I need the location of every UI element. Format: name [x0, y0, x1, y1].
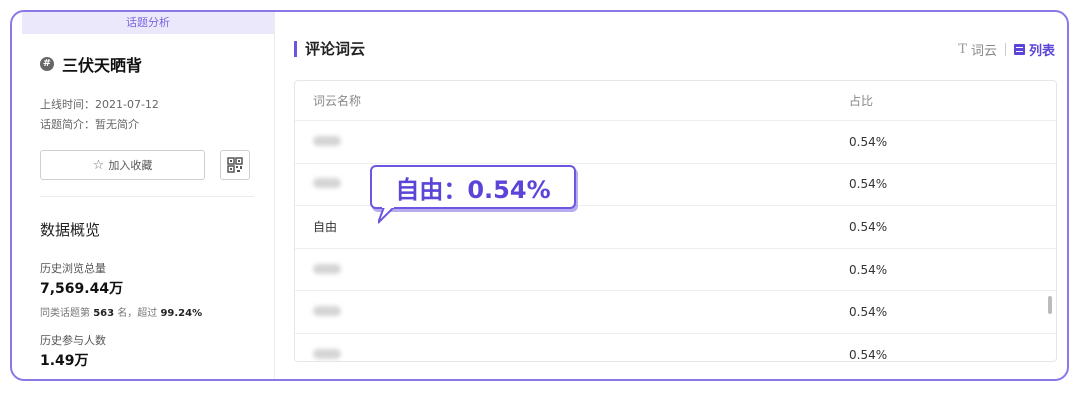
list-toggle[interactable]: 列表: [1013, 40, 1055, 59]
stat-rank-number: 563: [93, 308, 115, 319]
topic-intro-value: 暂无简介: [95, 118, 139, 131]
section-title: 评论词云: [294, 38, 365, 59]
topic-title-text: 三伏天晒背: [62, 56, 143, 75]
app-frame: 话题分析 # 三伏天晒背 上线时间：2021-07-12 话题简介：暂无简介 ☆…: [10, 10, 1069, 381]
stat-label-participants: 历史参与人数: [40, 334, 106, 347]
launch-time-value: 2021-07-12: [95, 98, 159, 111]
word-name-cell: [295, 135, 835, 149]
column-header-pct: 占比: [849, 94, 874, 108]
table-row: 0.54%: [295, 121, 1056, 164]
tab-topic-analysis[interactable]: 话题分析: [22, 12, 274, 34]
stat-rank-views: 同类话题第 563 名，超过 99.24%: [40, 304, 202, 319]
title-accent-bar: [294, 40, 297, 57]
table-header: 词云名称 占比: [295, 81, 1056, 121]
word-pct-cell: 0.54%: [849, 262, 888, 277]
column-header-name: 词云名称: [313, 94, 362, 108]
word-pct-cell: 0.54%: [849, 347, 888, 362]
text-icon: T: [958, 42, 967, 57]
topic-intro-label: 话题简介：: [40, 118, 95, 131]
qr-code-button[interactable]: [220, 150, 250, 180]
list-icon: [1013, 44, 1025, 55]
word-pct-cell: 0.54%: [849, 177, 888, 192]
table-row: 自由 0.54%: [295, 206, 1056, 249]
overview-title: 数据概览: [40, 221, 101, 239]
topic-title: # 三伏天晒背: [40, 52, 142, 76]
stat-rank-percent: 99.24%: [160, 308, 203, 319]
blurred-word: [313, 178, 341, 189]
scrollbar-thumb[interactable]: [1048, 296, 1052, 314]
add-favorite-button[interactable]: ☆ 加入收藏: [40, 150, 205, 180]
topic-sidebar: 话题分析 # 三伏天晒背 上线时间：2021-07-12 话题简介：暂无简介 ☆…: [22, 12, 275, 379]
launch-time: 上线时间：2021-07-12: [40, 96, 159, 112]
word-pct-cell: 0.54%: [849, 219, 888, 234]
stat-rank-prefix: 同类话题第: [40, 308, 90, 319]
table-row: 0.54%: [295, 334, 1056, 362]
view-toggle: T 词云 列表: [958, 40, 1055, 59]
list-toggle-label: 列表: [1028, 44, 1055, 59]
stat-value-views: 7,569.44万: [40, 281, 124, 297]
word-pct-cell: 0.54%: [849, 305, 888, 320]
star-icon: ☆: [92, 157, 105, 173]
blurred-word: [313, 306, 341, 317]
stat-rank-mid: 名，超过: [117, 308, 158, 319]
word-table: 词云名称 占比 0.54% 0.54% 自由 0.54% 0.54% 0.54% 0.54%: [294, 80, 1057, 362]
hashtag-icon: #: [40, 57, 54, 71]
table-body: 0.54% 0.54% 自由 0.54% 0.54% 0.54% 0.54%: [295, 121, 1056, 362]
word-cloud-toggle-label: 词云: [970, 44, 997, 59]
word-name-cell: [295, 263, 835, 277]
add-favorite-label: 加入收藏: [108, 159, 153, 172]
divider: [40, 196, 254, 197]
blurred-word: [313, 348, 341, 359]
highlight-callout: 自由：0.54%: [370, 165, 576, 209]
word-pct-cell: 0.54%: [849, 134, 888, 149]
toggle-separator: [1004, 43, 1006, 56]
table-row: 0.54%: [295, 249, 1056, 292]
qr-code-icon: [227, 157, 243, 173]
word-cloud-toggle[interactable]: T 词云: [958, 40, 997, 59]
word-name-cell: [295, 348, 835, 361]
blurred-word: [313, 263, 341, 274]
word-name-cell: [295, 305, 835, 319]
blurred-word: [313, 135, 341, 146]
stat-value-participants: 1.49万: [40, 353, 89, 369]
stat-label-views: 历史浏览总量: [40, 262, 106, 275]
launch-time-label: 上线时间：: [40, 98, 95, 111]
table-row: 0.54%: [295, 291, 1056, 334]
word-name-cell: 自由: [313, 220, 338, 235]
section-title-text: 评论词云: [305, 40, 366, 58]
topic-intro: 话题简介：暂无简介: [40, 116, 139, 132]
